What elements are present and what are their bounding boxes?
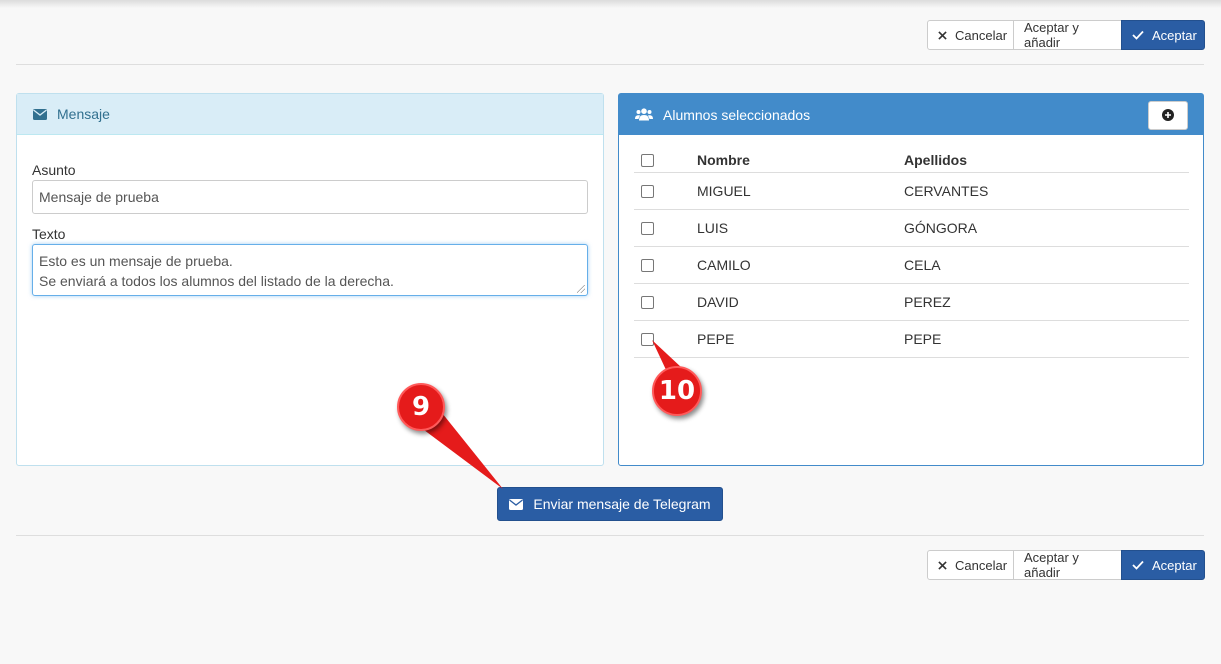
callout-pointers [408, 340, 682, 489]
callout-9-badge: 9 [397, 383, 445, 431]
callout-10-badge: 10 [652, 366, 702, 416]
